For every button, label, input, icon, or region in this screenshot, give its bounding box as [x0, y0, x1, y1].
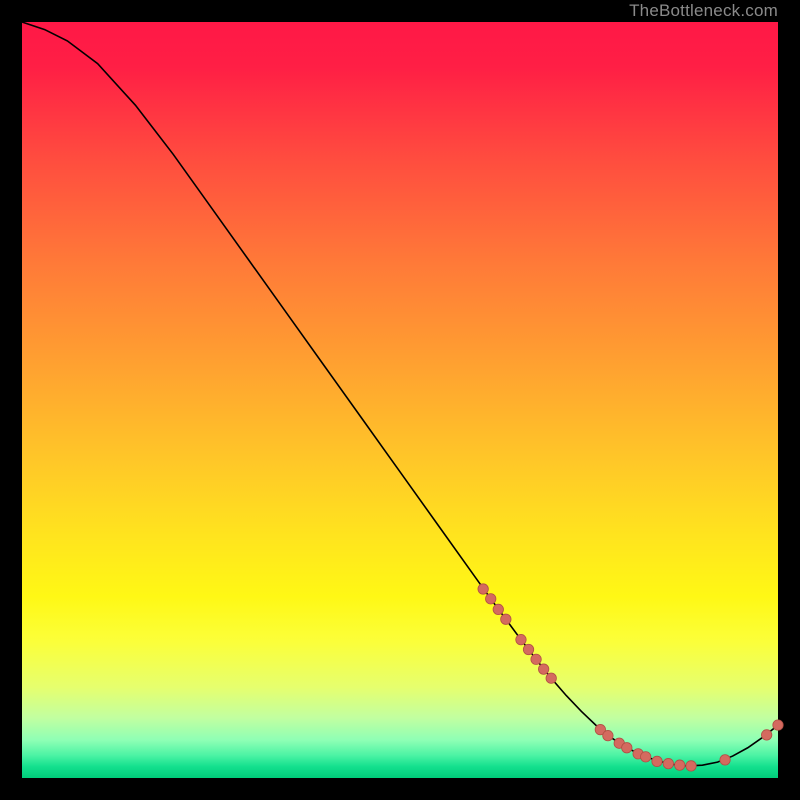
data-marker	[652, 756, 662, 766]
markers-group	[478, 584, 783, 771]
data-marker	[478, 584, 488, 594]
data-marker	[516, 634, 526, 644]
data-marker	[538, 664, 548, 674]
data-marker	[531, 654, 541, 664]
data-marker	[603, 730, 613, 740]
curve-layer	[22, 22, 778, 778]
data-marker	[663, 758, 673, 768]
data-marker	[675, 760, 685, 770]
bottleneck-curve	[22, 22, 778, 766]
data-marker	[773, 720, 783, 730]
data-marker	[761, 730, 771, 740]
data-marker	[686, 761, 696, 771]
data-marker	[523, 644, 533, 654]
data-marker	[493, 604, 503, 614]
data-marker	[486, 594, 496, 604]
watermark-text: TheBottleneck.com	[629, 0, 778, 22]
data-marker	[622, 743, 632, 753]
data-marker	[641, 752, 651, 762]
data-marker	[501, 614, 511, 624]
data-marker	[720, 755, 730, 765]
chart-frame: TheBottleneck.com	[0, 0, 800, 800]
data-marker	[546, 673, 556, 683]
plot-area	[22, 22, 778, 778]
